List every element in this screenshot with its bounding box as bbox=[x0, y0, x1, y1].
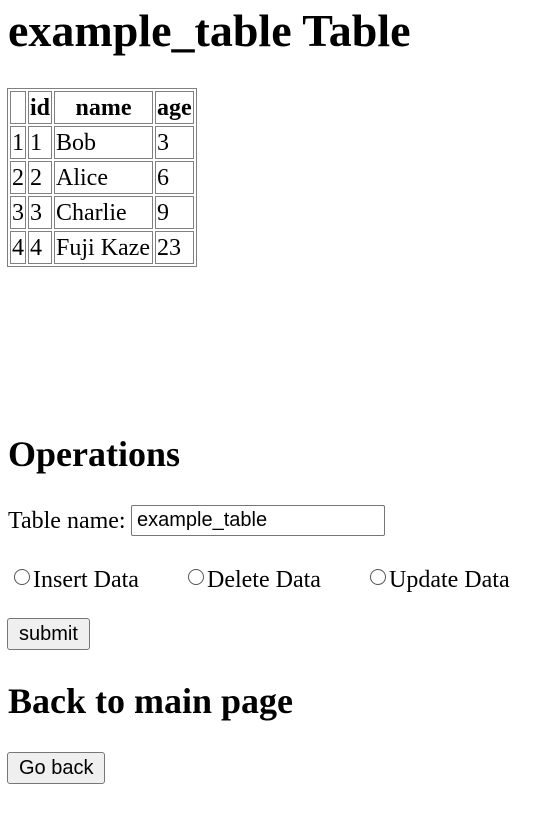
id-cell: 3 bbox=[28, 196, 53, 229]
id-cell: 2 bbox=[28, 161, 53, 194]
age-cell: 9 bbox=[155, 196, 194, 229]
column-header-id: id bbox=[28, 91, 53, 124]
delete-data-radio[interactable]: Delete Data bbox=[188, 566, 321, 594]
page-title: example_table Table bbox=[8, 5, 411, 56]
row-index-cell: 3 bbox=[10, 196, 26, 229]
name-cell: Fuji Kaze bbox=[54, 231, 154, 264]
update-data-radio[interactable]: Update Data bbox=[370, 566, 510, 594]
table-row: 3 3 Charlie 9 bbox=[10, 196, 194, 229]
age-cell: 23 bbox=[155, 231, 194, 264]
operations-heading: Operations bbox=[8, 434, 181, 474]
radio-circle-icon[interactable] bbox=[14, 569, 30, 585]
radio-circle-icon[interactable] bbox=[188, 569, 204, 585]
table-name-label: Table name: bbox=[8, 508, 126, 534]
back-heading: Back to main page bbox=[8, 681, 294, 721]
table-row: 2 2 Alice 6 bbox=[10, 161, 194, 194]
row-index-cell: 2 bbox=[10, 161, 26, 194]
go-back-button[interactable]: Go back bbox=[7, 752, 106, 784]
table-name-input[interactable] bbox=[131, 505, 385, 536]
column-header-index bbox=[10, 91, 26, 124]
column-header-age: age bbox=[155, 91, 194, 124]
row-index-cell: 1 bbox=[10, 126, 26, 159]
update-data-label: Update Data bbox=[389, 567, 510, 593]
radio-circle-icon[interactable] bbox=[370, 569, 386, 585]
table-row: 1 1 Bob 3 bbox=[10, 126, 194, 159]
row-index-cell: 4 bbox=[10, 231, 26, 264]
name-cell: Bob bbox=[54, 126, 154, 159]
age-cell: 6 bbox=[155, 161, 194, 194]
insert-data-label: Insert Data bbox=[33, 567, 139, 593]
column-header-name: name bbox=[54, 91, 154, 124]
insert-data-radio[interactable]: Insert Data bbox=[14, 566, 139, 594]
name-cell: Alice bbox=[54, 161, 154, 194]
age-cell: 3 bbox=[155, 126, 194, 159]
table-header-row: id name age bbox=[10, 91, 194, 124]
delete-data-label: Delete Data bbox=[207, 567, 321, 593]
id-cell: 4 bbox=[28, 231, 53, 264]
submit-button[interactable]: submit bbox=[7, 618, 90, 650]
data-table: id name age 1 1 Bob 3 2 2 Alice 6 3 3 Ch… bbox=[7, 88, 197, 267]
id-cell: 1 bbox=[28, 126, 53, 159]
name-cell: Charlie bbox=[54, 196, 154, 229]
table-row: 4 4 Fuji Kaze 23 bbox=[10, 231, 194, 264]
